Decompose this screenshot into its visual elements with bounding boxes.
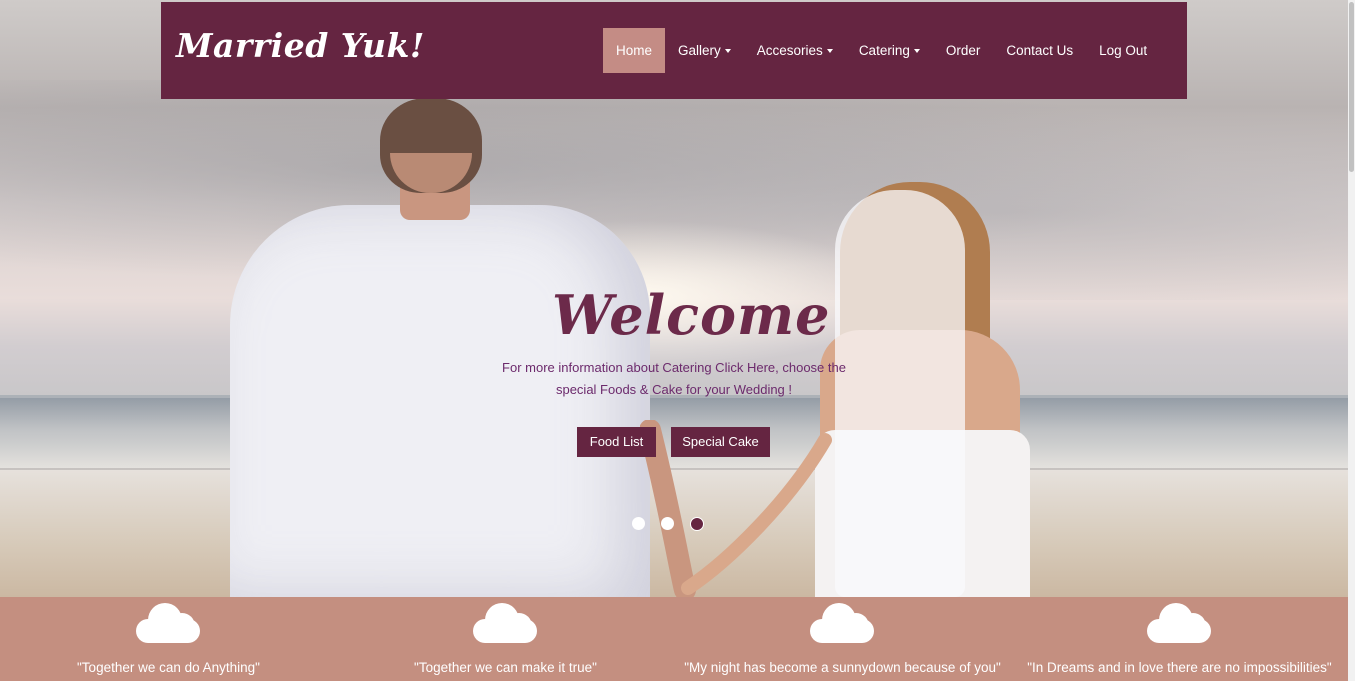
nav-item-order[interactable]: Order xyxy=(933,28,994,73)
nav-item-label: Gallery xyxy=(678,43,721,58)
quote-text: "Together we can do Anything" xyxy=(77,660,260,675)
welcome-title: Welcome xyxy=(552,283,831,347)
cloud-icon xyxy=(810,603,874,643)
navbar: Married Yuk! Home Gallery Accesories Cat… xyxy=(161,2,1187,99)
nav-item-contact-us[interactable]: Contact Us xyxy=(993,28,1086,73)
nav-item-accesories[interactable]: Accesories xyxy=(744,28,846,73)
quote-item: "My night has become a sunnydown because… xyxy=(674,597,1011,681)
welcome-text-line-1: For more information about Catering Clic… xyxy=(502,360,846,375)
nav-item-label: Log Out xyxy=(1099,43,1148,58)
brand-logo[interactable]: Married Yuk! xyxy=(176,26,425,65)
carousel-dot-2[interactable] xyxy=(661,517,674,530)
nav-item-label: Accesories xyxy=(756,43,823,58)
cloud-icon xyxy=(473,603,537,643)
quote-text: "In Dreams and in love there are no impo… xyxy=(1027,660,1332,675)
quote-item: "In Dreams and in love there are no impo… xyxy=(1011,597,1348,681)
welcome-text: For more information about Catering Clic… xyxy=(498,357,850,401)
scrollbar-thumb[interactable] xyxy=(1349,2,1354,172)
caret-down-icon xyxy=(724,49,731,54)
cloud-icon xyxy=(1147,603,1211,643)
quote-text: "Together we can make it true" xyxy=(414,660,597,675)
welcome-text-line-2: special Foods & Cake for your Wedding ! xyxy=(555,382,793,397)
nav-item-label: Order xyxy=(945,43,981,58)
caret-down-icon xyxy=(913,49,920,54)
nav-item-log-out[interactable]: Log Out xyxy=(1086,28,1160,73)
page-scrollbar[interactable] xyxy=(1348,0,1355,681)
caret-down-icon xyxy=(826,49,833,54)
carousel-indicators xyxy=(632,517,704,531)
bride-veil xyxy=(835,190,965,597)
quote-item: "Together we can make it true" xyxy=(337,597,674,681)
quote-text: "My night has become a sunnydown because… xyxy=(684,660,1001,675)
cloud-icon xyxy=(136,603,200,643)
special-cake-button[interactable]: Special Cake xyxy=(671,427,770,457)
carousel-dot-3[interactable] xyxy=(690,517,704,531)
nav-item-label: Catering xyxy=(858,43,910,58)
food-list-button[interactable]: Food List xyxy=(577,427,656,457)
nav-item-gallery[interactable]: Gallery xyxy=(665,28,744,73)
carousel-dot-1[interactable] xyxy=(632,517,645,530)
nav-item-label: Home xyxy=(616,43,653,58)
quote-item: "Together we can do Anything" xyxy=(0,597,337,681)
nav-item-home[interactable]: Home xyxy=(603,28,666,73)
nav-item-catering[interactable]: Catering xyxy=(846,28,933,73)
nav-item-label: Contact Us xyxy=(1006,43,1074,58)
nav-menu: Home Gallery Accesories Catering Order C… xyxy=(603,28,1160,73)
quotes-bar: "Together we can do Anything" "Together … xyxy=(0,597,1348,681)
groom-figure xyxy=(230,205,650,597)
groom-head xyxy=(380,98,482,193)
